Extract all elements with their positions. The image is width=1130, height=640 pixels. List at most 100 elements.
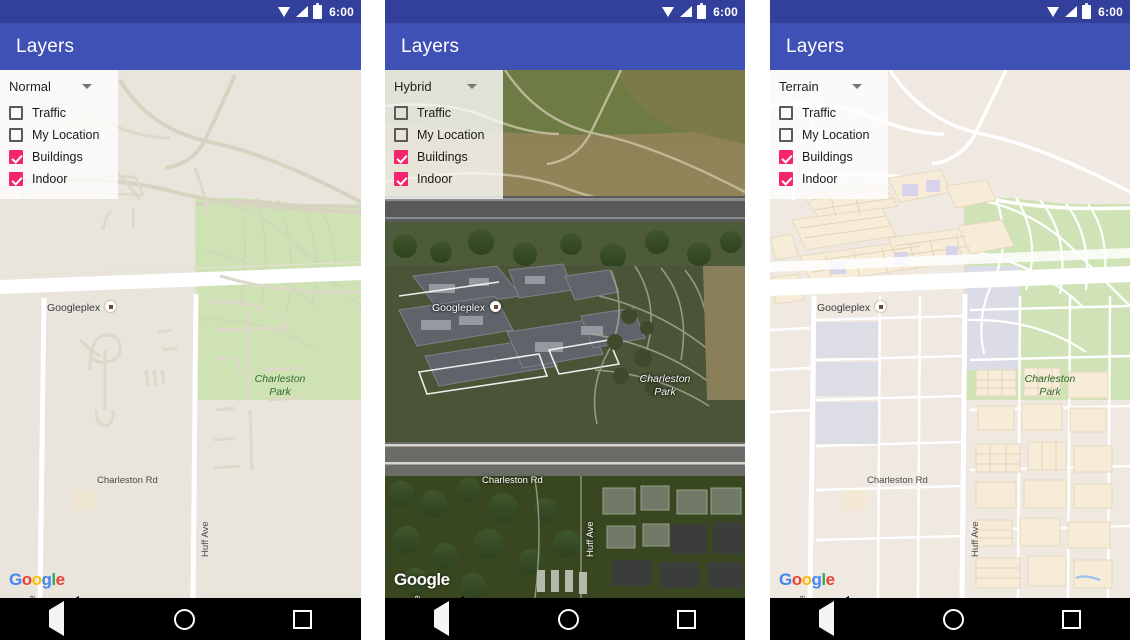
app-bar: Layers [770,23,1130,70]
traffic-label: Traffic [417,106,452,120]
buildings-checkbox[interactable] [779,150,793,164]
home-button[interactable] [943,608,965,630]
map-view-normal[interactable]: Googleplex Charleston Park Charleston Rd… [0,70,361,598]
status-bar: 6:00 [0,0,361,23]
traffic-label: Traffic [32,106,67,120]
checkbox-row-buildings[interactable]: Buildings [0,146,118,168]
my-location-label: My Location [802,128,870,142]
indoor-checkbox[interactable] [9,172,23,186]
page-title: Layers [401,35,460,57]
checkbox-row-my-location[interactable]: My Location [385,124,503,146]
status-bar: 6:00 [770,0,1130,23]
battery-icon [313,2,323,19]
traffic-checkbox[interactable] [779,106,793,120]
buildings-checkbox[interactable] [9,150,23,164]
signal-icon [1065,6,1078,17]
page-title: Layers [16,35,75,57]
traffic-checkbox[interactable] [9,106,23,120]
signal-icon [296,6,309,17]
my-location-label: My Location [32,128,100,142]
checkbox-row-buildings[interactable]: Buildings [385,146,503,168]
wifi-icon [1047,6,1060,17]
layers-control-panel-hybrid: Hybrid Traffic My Location Buildings Ind… [385,70,503,199]
map-label-charleston-rd: Charleston Rd [97,475,158,486]
checkbox-row-indoor[interactable]: Indoor [0,168,118,190]
status-icons: 6:00 [1047,2,1123,19]
checkbox-row-traffic[interactable]: Traffic [385,102,503,124]
app-bar: Layers [0,23,361,70]
map-type-value: Hybrid [394,79,432,94]
checkbox-row-traffic[interactable]: Traffic [0,102,118,124]
map-type-value: Terrain [779,79,819,94]
checkbox-row-indoor[interactable]: Indoor [770,168,888,190]
my-location-checkbox[interactable] [9,128,23,142]
page-title: Layers [786,35,845,57]
my-location-checkbox[interactable] [779,128,793,142]
home-button[interactable] [558,608,580,630]
traffic-checkbox[interactable] [394,106,408,120]
wifi-icon [662,6,675,17]
indoor-label: Indoor [802,172,838,186]
status-bar-clock: 6:00 [713,4,738,19]
checkbox-row-traffic[interactable]: Traffic [770,102,888,124]
indoor-checkbox[interactable] [779,172,793,186]
battery-icon [1082,2,1092,19]
layers-control-panel-terrain: Terrain Traffic My Location Buildings In… [770,70,888,199]
status-icons: 6:00 [278,2,354,19]
status-bar-clock: 6:00 [1098,4,1123,19]
chevron-down-icon [852,84,862,89]
map-label-charleston-rd: Charleston Rd [482,475,543,486]
chevron-down-icon [82,84,92,89]
buildings-label: Buildings [32,150,83,164]
status-bar-clock: 6:00 [329,4,354,19]
indoor-label: Indoor [417,172,453,186]
indoor-checkbox[interactable] [394,172,408,186]
map-type-spinner[interactable]: Normal [0,77,118,102]
traffic-label: Traffic [802,106,837,120]
device-screen-normal: 6:00 Layers Googleplex Charleston Park C… [0,0,361,640]
my-location-checkbox[interactable] [394,128,408,142]
layers-control-panel-normal: Normal Traffic My Location Buildings Ind… [0,70,118,199]
back-button[interactable] [49,596,79,636]
wifi-icon [278,6,291,17]
back-button[interactable] [818,596,849,636]
buildings-label: Buildings [417,150,468,164]
google-watermark-logo: Google [9,570,65,589]
map-type-spinner[interactable]: Hybrid [385,77,503,102]
indoor-label: Indoor [32,172,68,186]
home-button[interactable] [174,608,195,630]
checkbox-row-indoor[interactable]: Indoor [385,168,503,190]
recents-button[interactable] [1062,609,1082,629]
chevron-down-icon [467,84,477,89]
checkbox-row-my-location[interactable]: My Location [770,124,888,146]
map-view-terrain[interactable]: Googleplex Charleston Park Charleston Rd… [770,70,1130,598]
back-button[interactable] [433,596,464,636]
map-label-huff-ave: Huff Ave [970,521,981,557]
my-location-label: My Location [417,128,485,142]
status-bar: 6:00 [385,0,745,23]
google-watermark-logo: Google [394,570,450,589]
checkbox-row-my-location[interactable]: My Location [0,124,118,146]
android-nav-bar [385,596,745,640]
recents-button[interactable] [677,609,697,629]
battery-icon [697,2,707,19]
google-watermark-logo: Google [779,570,835,589]
recents-button[interactable] [293,609,312,629]
map-label-charleston-rd: Charleston Rd [867,475,928,486]
checkbox-row-buildings[interactable]: Buildings [770,146,888,168]
status-icons: 6:00 [662,2,738,19]
map-type-value: Normal [9,79,51,94]
device-screen-terrain: 6:00 Layers Googleplex Charleston Park C… [770,0,1130,640]
map-label-huff-ave: Huff Ave [585,521,596,557]
signal-icon [680,6,693,17]
android-nav-bar [0,596,361,640]
app-bar: Layers [385,23,745,70]
screenshot-stage: 6:00 Layers Googleplex Charleston Park C… [0,0,1130,640]
android-nav-bar [770,596,1130,640]
buildings-label: Buildings [802,150,853,164]
buildings-checkbox[interactable] [394,150,408,164]
map-type-spinner[interactable]: Terrain [770,77,888,102]
map-view-hybrid[interactable]: Googleplex Charleston Park Charleston Rd… [385,70,745,598]
device-screen-hybrid: 6:00 Layers Googleplex Charleston Park C… [385,0,745,640]
map-label-huff-ave: Huff Ave [200,521,211,557]
